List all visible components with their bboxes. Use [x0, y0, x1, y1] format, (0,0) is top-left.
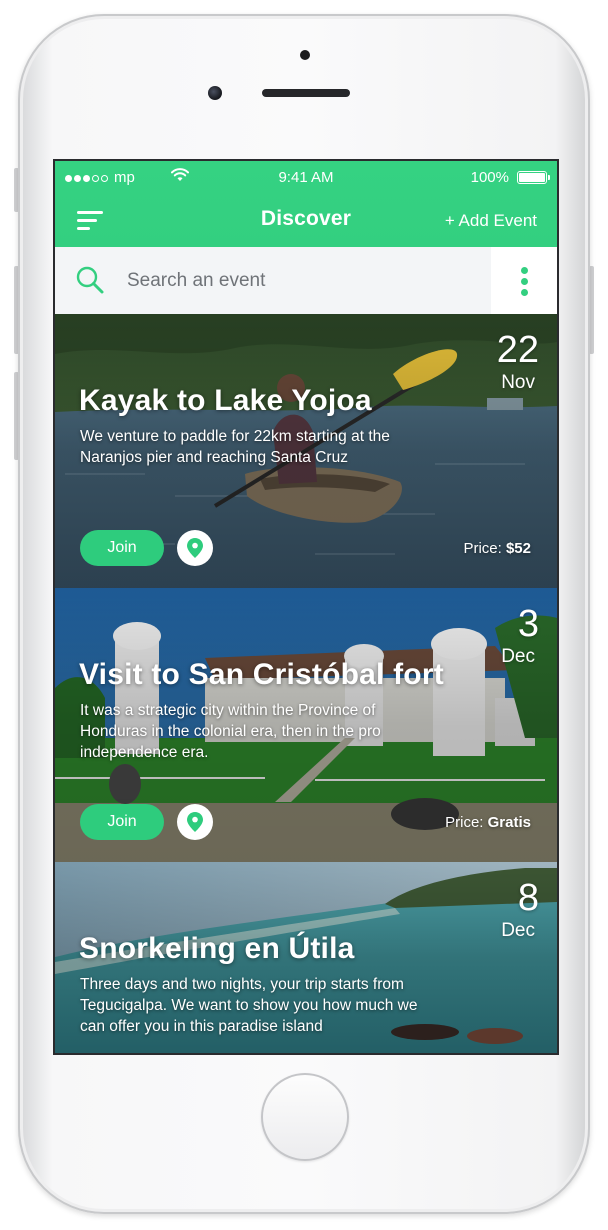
proximity-sensor — [300, 50, 310, 60]
event-title: Kayak to Lake Yojoa — [79, 384, 372, 417]
front-camera — [208, 86, 222, 100]
event-month: Nov — [501, 372, 535, 393]
join-button[interactable]: Join — [80, 804, 164, 840]
event-day: 22 — [496, 329, 539, 371]
app-screen: mp 9:41 AM 100% Discover + Add Event Sea… — [53, 159, 559, 1055]
search-bar — [55, 247, 557, 314]
event-card[interactable]: 8 Dec Snorkeling en Útila Three days and… — [55, 862, 557, 1053]
status-bar: mp 9:41 AM 100% — [55, 161, 557, 193]
price-label: Price: — [463, 540, 502, 557]
earpiece-speaker — [262, 89, 350, 97]
event-day: 3 — [517, 603, 539, 645]
price-value: $52 — [505, 540, 531, 557]
add-event-button[interactable]: + Add Event — [445, 211, 537, 231]
price-value: Gratis — [487, 814, 531, 831]
event-description: It was a strategic city within the Provi… — [80, 702, 381, 761]
event-card[interactable]: 3 Dec Visit to San Cristóbal fort It was… — [55, 588, 557, 862]
location-pin-icon[interactable] — [177, 804, 213, 840]
event-card[interactable]: 22 Nov Kayak to Lake Yojoa We venture to… — [55, 314, 557, 588]
event-month: Dec — [501, 646, 535, 667]
price-label: Price: — [445, 814, 484, 831]
more-options-icon[interactable] — [491, 247, 557, 314]
event-price: Price: $52 — [463, 540, 531, 557]
battery-percentage: 100% — [470, 169, 509, 186]
event-title: Visit to San Cristóbal fort — [79, 658, 444, 691]
event-title: Snorkeling en Útila — [79, 932, 355, 965]
search-icon — [76, 266, 104, 294]
event-description: We venture to paddle for 22km starting a… — [80, 428, 390, 466]
search-input[interactable] — [125, 263, 489, 299]
home-button[interactable] — [261, 1073, 349, 1161]
battery-icon — [517, 171, 550, 184]
event-month: Dec — [501, 920, 535, 941]
event-day: 8 — [517, 877, 539, 919]
event-description: Three days and two nights, your trip sta… — [80, 976, 418, 1035]
location-pin-icon[interactable] — [177, 530, 213, 566]
join-button[interactable]: Join — [80, 530, 164, 566]
event-price: Price: Gratis — [445, 814, 531, 831]
app-header: mp 9:41 AM 100% Discover + Add Event — [55, 161, 557, 247]
